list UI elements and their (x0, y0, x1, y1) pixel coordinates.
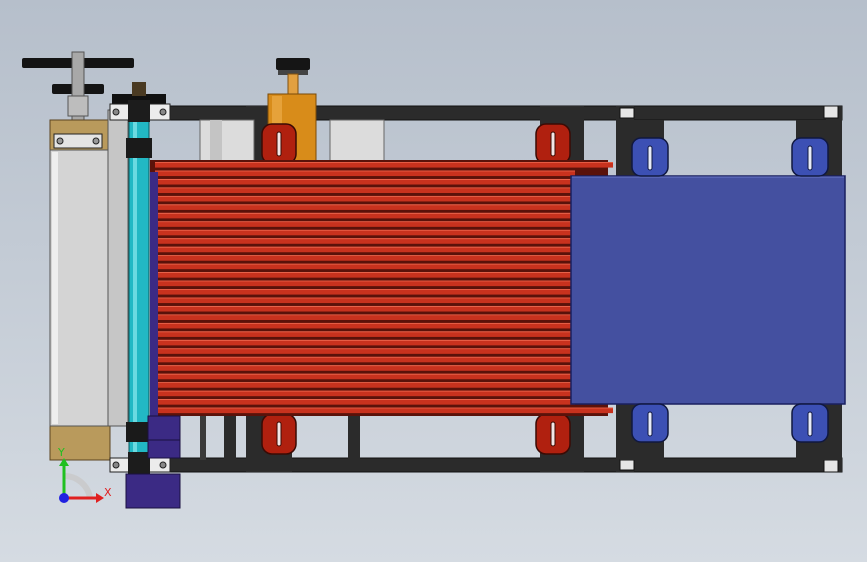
triad-arc (63, 472, 93, 499)
blade-stack (150, 160, 613, 416)
purple-block-upper (147, 415, 181, 441)
bearing-bottom-bolt-l (112, 461, 120, 469)
triad-z-origin (59, 493, 69, 503)
frame-corner-br (823, 459, 839, 473)
top-collar-stub (132, 82, 146, 96)
assembly-drawing: X Y (22, 51, 846, 509)
red-bracket-slot (550, 131, 556, 157)
bearing-bottom-bolt-r (159, 461, 167, 469)
blue-clip-slot (807, 411, 813, 437)
triad-x-label: X (104, 486, 112, 499)
rear-housing-left-inner (210, 120, 222, 164)
bearing-bolt-right (92, 137, 100, 145)
bearing-block-bottom-center (128, 452, 150, 474)
blue-plate-body (570, 175, 846, 405)
frame-leg-3 (200, 416, 206, 460)
bearing-block-top-center (128, 100, 150, 122)
red-bracket-slot (276, 421, 282, 447)
rear-housing-left (199, 119, 255, 165)
frame-leg-1 (224, 416, 236, 460)
triad-x-arrow (96, 493, 104, 503)
roller-gear-top (126, 138, 152, 158)
blade-stack-left-cap (150, 172, 158, 416)
triad-y-label: Y (57, 446, 65, 459)
purple-block-lower (125, 473, 181, 509)
cyan-roller (128, 119, 150, 461)
housing-body (49, 149, 111, 427)
housing-body-shade (52, 152, 58, 424)
cad-viewport[interactable]: X Y (0, 0, 867, 562)
blue-feed-plate (570, 175, 846, 405)
drive-shaft-collar (67, 95, 89, 117)
red-bracket-slot (550, 421, 556, 447)
bearing-top-bolt-l (112, 108, 120, 116)
rear-housing-right (329, 119, 385, 165)
frame-corner-mr-bottom (619, 459, 635, 471)
cyan-roller-highlight (133, 120, 137, 460)
blue-clip-slot (807, 145, 813, 171)
housing-side (107, 109, 129, 427)
purple-block-mid (147, 439, 181, 459)
bearing-bolt-left (56, 137, 64, 145)
motor-pulley (276, 58, 310, 70)
frame-leg-2 (348, 416, 360, 460)
blue-clip-slot (647, 411, 653, 437)
bearing-top-bolt-r (159, 108, 167, 116)
red-bracket-slot (276, 131, 282, 157)
motor-shaft (287, 73, 299, 97)
frame-corner-tr (823, 105, 839, 119)
blue-clip-slot (647, 145, 653, 171)
frame-corner-mr-top (619, 107, 635, 119)
